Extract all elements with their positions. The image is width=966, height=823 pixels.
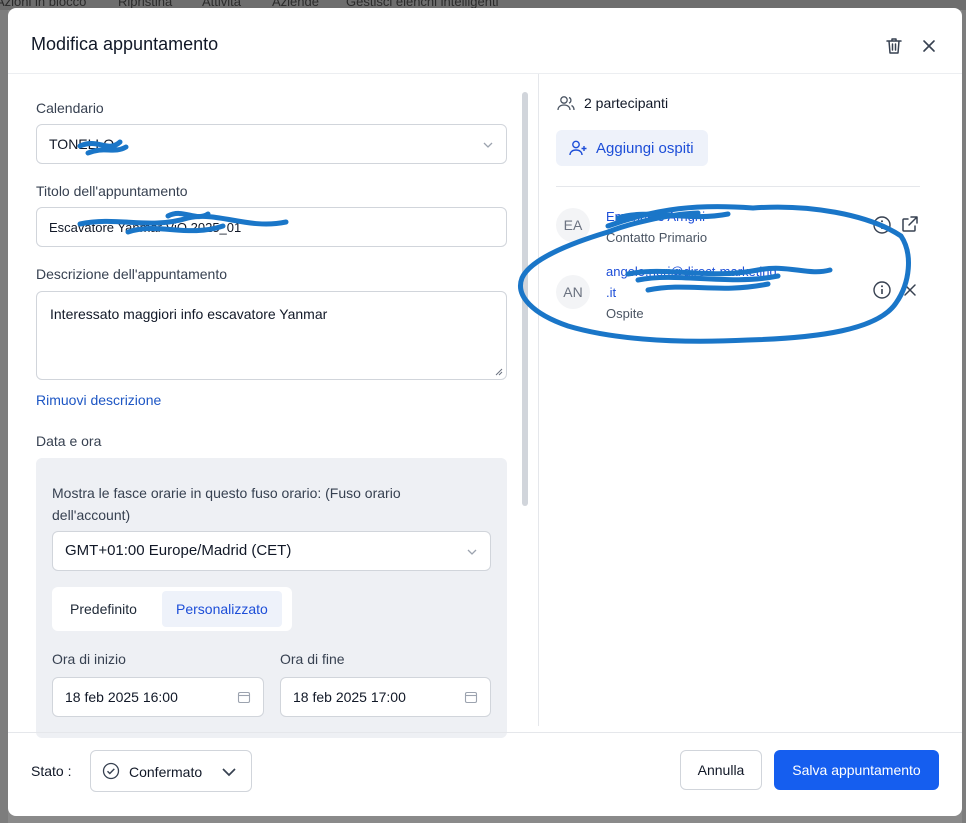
start-time-input[interactable]: 18 feb 2025 16:00 <box>52 677 264 717</box>
title-label: Titolo dell'appuntamento <box>36 183 188 199</box>
form-scrollbar[interactable] <box>522 92 528 506</box>
datetime-label: Data e ora <box>36 433 102 449</box>
participant-role: Ospite <box>606 306 644 321</box>
background-right-edge <box>962 10 966 823</box>
save-appointment-button[interactable]: Salva appuntamento <box>774 750 939 790</box>
avatar: EA <box>556 208 590 242</box>
description-value: Interessato maggiori info escavatore Yan… <box>50 306 328 322</box>
title-input[interactable]: Escavatore Yanmar ViO 2025_01 <box>36 207 507 247</box>
header-divider <box>8 73 962 74</box>
participant-name-continued: .it <box>606 285 617 300</box>
description-label: Descrizione dell'appuntamento <box>36 266 228 282</box>
calendar-value: TONELLO <box>49 136 115 152</box>
timezone-note: Mostra le fasce orarie in questo fuso or… <box>52 485 401 523</box>
participant-name[interactable]: Emanuele Arrighi <box>606 209 705 224</box>
status-label: Stato : <box>31 763 72 779</box>
end-time-label: Ora di fine <box>280 651 345 667</box>
user-plus-icon <box>569 140 587 156</box>
calendar-icon[interactable] <box>237 690 251 704</box>
status-select[interactable]: Confermato <box>90 750 252 792</box>
participant-name[interactable]: angelo.neri@direct-marketing <box>606 264 777 279</box>
background-left-edge <box>0 10 8 823</box>
remove-icon[interactable] <box>901 281 919 299</box>
close-icon[interactable] <box>919 36 939 56</box>
modal-title: Modifica appuntamento <box>31 34 219 54</box>
check-circle-icon <box>102 762 120 780</box>
info-icon[interactable] <box>872 215 892 235</box>
external-link-icon[interactable] <box>900 214 920 234</box>
avatar: AN <box>556 275 590 309</box>
cancel-button[interactable]: Annulla <box>680 750 762 790</box>
chevron-down-icon <box>222 768 236 777</box>
remove-description-link[interactable]: Rimuovi descrizione <box>36 392 161 408</box>
edit-appointment-modal: Modifica appuntamento Calendario TONELLO… <box>8 8 962 816</box>
calendar-icon[interactable] <box>464 690 478 704</box>
status-value: Confermato <box>129 764 203 780</box>
time-mode-toggle: Predefinito Personalizzato <box>52 587 292 631</box>
end-time-value: 18 feb 2025 17:00 <box>293 689 406 705</box>
info-icon[interactable] <box>872 280 892 300</box>
add-guests-button[interactable]: Aggiungi ospiti <box>556 130 708 166</box>
resize-handle-icon[interactable] <box>495 368 503 376</box>
timezone-value: GMT+01:00 Europe/Madrid (CET) <box>65 542 292 559</box>
calendar-select[interactable]: TONELLO <box>36 124 507 164</box>
calendar-label: Calendario <box>36 100 104 116</box>
participants-divider <box>556 186 920 187</box>
start-time-label: Ora di inizio <box>52 651 126 667</box>
timezone-select[interactable]: GMT+01:00 Europe/Madrid (CET) <box>52 531 491 571</box>
end-time-input[interactable]: 18 feb 2025 17:00 <box>280 677 491 717</box>
users-icon <box>557 96 575 111</box>
datetime-panel: Mostra le fasce orarie in questo fuso or… <box>36 458 507 738</box>
chevron-down-icon <box>467 549 477 555</box>
column-divider <box>538 74 539 726</box>
participants-count: 2 partecipanti <box>584 95 669 111</box>
participant-role: Contatto Primario <box>606 230 708 245</box>
start-time-value: 18 feb 2025 16:00 <box>65 689 178 705</box>
title-value: Escavatore Yanmar ViO 2025_01 <box>49 220 242 235</box>
description-textarea[interactable]: Interessato maggiori info escavatore Yan… <box>36 291 507 380</box>
footer-divider <box>8 732 962 733</box>
mode-predefined[interactable]: Predefinito <box>56 591 151 627</box>
trash-icon[interactable] <box>884 36 904 56</box>
mode-custom[interactable]: Personalizzato <box>162 591 282 627</box>
chevron-down-icon <box>483 142 493 148</box>
add-guests-label: Aggiungi ospiti <box>596 140 694 157</box>
